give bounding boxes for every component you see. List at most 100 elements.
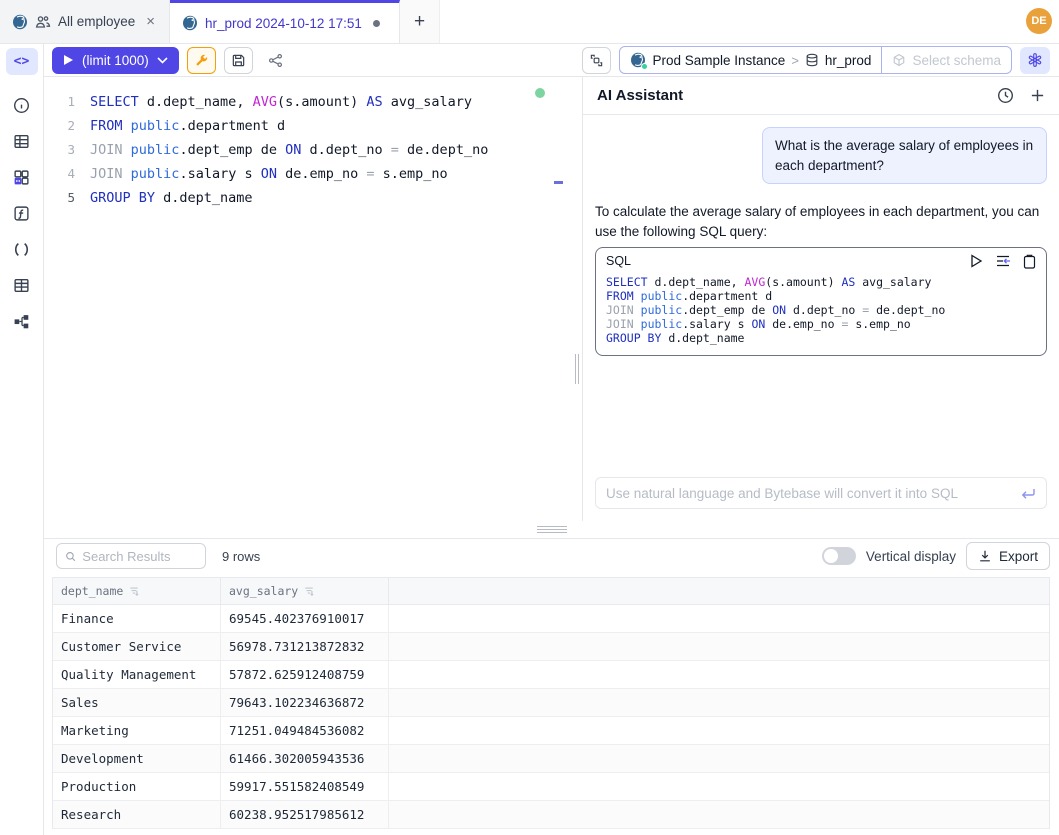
table-cell[interactable]: Finance — [53, 605, 221, 632]
table-cell[interactable]: 60238.952517985612 — [221, 801, 389, 828]
export-button[interactable]: Export — [966, 542, 1050, 570]
line-number: 4 — [44, 162, 90, 186]
editor-line[interactable]: 4JOIN public.salary s ON de.emp_no = s.e… — [44, 162, 572, 186]
table-row[interactable]: Finance69545.402376910017 — [53, 605, 1049, 633]
run-label: (limit 1000) — [82, 53, 149, 68]
column-header-avg-salary[interactable]: avg_salary — [221, 578, 389, 604]
horizontal-splitter[interactable] — [44, 521, 1059, 538]
schema-diagram-icon[interactable] — [13, 313, 30, 330]
openai-assistant-button[interactable] — [1020, 47, 1050, 74]
table-row[interactable]: Quality Management57872.625912408759 — [53, 661, 1049, 689]
sql-editor-button[interactable]: <> — [6, 48, 38, 75]
database-name: hr_prod — [825, 53, 872, 68]
new-chat-plus-icon[interactable] — [1030, 88, 1045, 103]
save-button[interactable] — [224, 47, 253, 74]
vertical-splitter[interactable] — [572, 77, 582, 521]
status-dot-icon — [641, 63, 648, 70]
search-results-input[interactable] — [82, 549, 197, 564]
line-number: 1 — [44, 90, 90, 114]
chevron-down-icon — [157, 57, 168, 64]
table-icon-2[interactable] — [13, 277, 30, 294]
table-cell[interactable]: Development — [53, 745, 221, 772]
editor-line[interactable]: 3JOIN public.dept_emp de ON d.dept_no = … — [44, 138, 572, 162]
openai-icon — [1027, 52, 1043, 68]
table-row[interactable]: Development61466.302005943536 — [53, 745, 1049, 773]
connection-health-dot-icon — [535, 88, 545, 98]
new-tab-button[interactable]: + — [400, 0, 440, 43]
assistant-answer-text: To calculate the average salary of emplo… — [595, 202, 1047, 243]
line-number: 5 — [44, 186, 90, 210]
splitter-handle-icon — [575, 354, 579, 384]
column-header-dept-name[interactable]: dept_name — [53, 578, 221, 604]
parentheses-icon[interactable] — [13, 241, 30, 258]
select-schema-segment[interactable]: Select schema — [881, 47, 1011, 73]
column-header-filler — [389, 578, 1049, 604]
sort-filter-icon[interactable] — [129, 586, 139, 596]
copy-icon[interactable] — [1023, 254, 1036, 269]
close-icon[interactable]: × — [144, 13, 157, 30]
table-cell-filler — [389, 717, 1049, 744]
vertical-display-toggle[interactable] — [822, 547, 856, 565]
run-sql-play-icon[interactable] — [970, 254, 983, 268]
table-cell[interactable]: Sales — [53, 689, 221, 716]
share-button[interactable] — [261, 47, 290, 74]
results-table-header: dept_name avg_salary — [53, 578, 1049, 605]
table-row[interactable]: Research60238.952517985612 — [53, 801, 1049, 829]
tab-hr-prod[interactable]: hr_prod 2024-10-12 17:51 — [170, 0, 400, 43]
insert-into-editor-icon[interactable] — [995, 254, 1011, 268]
table-cell[interactable]: Quality Management — [53, 661, 221, 688]
table-row[interactable]: Customer Service56978.731213872832 — [53, 633, 1049, 661]
table-cell[interactable]: 61466.302005943536 — [221, 745, 389, 772]
function-icon[interactable] — [13, 205, 30, 222]
table-cell[interactable]: 57872.625912408759 — [221, 661, 389, 688]
table-cell[interactable]: 59917.551582408549 — [221, 773, 389, 800]
sheets-icon[interactable] — [13, 169, 30, 186]
ai-prompt-input[interactable] — [606, 486, 1013, 501]
connection-selector[interactable]: Prod Sample Instance > hr_prod Select sc… — [619, 46, 1012, 74]
connection-database-segment[interactable]: Prod Sample Instance > hr_prod — [620, 47, 881, 73]
save-icon — [231, 53, 246, 68]
ai-assistant-header: AI Assistant — [583, 77, 1059, 115]
table-row[interactable]: Sales79643.102234636872 — [53, 689, 1049, 717]
table-icon[interactable] — [13, 133, 30, 150]
table-cell[interactable]: Customer Service — [53, 633, 221, 660]
user-avatar[interactable]: DE — [1026, 8, 1052, 34]
enter-return-icon[interactable] — [1021, 487, 1036, 500]
table-cell-filler — [389, 801, 1049, 828]
editor-line[interactable]: 1SELECT d.dept_name, AVG(s.amount) AS av… — [44, 90, 572, 114]
scrollbar-marker — [554, 181, 563, 184]
cube-icon — [892, 53, 906, 67]
users-icon — [35, 14, 51, 30]
table-row[interactable]: Marketing71251.049484536082 — [53, 717, 1049, 745]
editor-line[interactable]: 2FROM public.department d — [44, 114, 572, 138]
search-results-box[interactable] — [56, 543, 206, 569]
tab-all-employee[interactable]: All employee × — [0, 0, 170, 43]
results-panel: 9 rows Vertical display Export dept_name… — [44, 538, 1059, 835]
table-cell[interactable]: 69545.402376910017 — [221, 605, 389, 632]
assistant-sql-code: SELECT d.dept_name, AVG(s.amount) AS avg… — [596, 271, 1046, 355]
table-cell[interactable]: Marketing — [53, 717, 221, 744]
table-cell[interactable]: Production — [53, 773, 221, 800]
share-icon — [268, 53, 283, 68]
format-wrench-button[interactable] — [187, 47, 216, 74]
editor-line[interactable]: 5GROUP BY d.dept_name — [44, 186, 572, 210]
sql-editor[interactable]: 1SELECT d.dept_name, AVG(s.amount) AS av… — [44, 77, 572, 521]
sort-filter-icon[interactable] — [304, 586, 314, 596]
table-cell[interactable]: 71251.049484536082 — [221, 717, 389, 744]
ai-chat-area: What is the average salary of employees … — [583, 115, 1059, 465]
postgres-icon — [12, 14, 28, 30]
run-query-button[interactable]: (limit 1000) — [52, 47, 179, 74]
tab-label: All employee — [58, 14, 135, 29]
table-cell[interactable]: Research — [53, 801, 221, 828]
schema-compare-button[interactable] — [582, 47, 611, 74]
results-table-body: Finance69545.402376910017Customer Servic… — [53, 605, 1049, 829]
editor-code-area[interactable]: 1SELECT d.dept_name, AVG(s.amount) AS av… — [44, 77, 572, 210]
table-cell-filler — [389, 605, 1049, 632]
download-icon — [978, 549, 992, 563]
table-row[interactable]: Production59917.551582408549 — [53, 773, 1049, 801]
table-cell[interactable]: 79643.102234636872 — [221, 689, 389, 716]
select-schema-placeholder: Select schema — [912, 53, 1001, 68]
info-icon[interactable] — [13, 97, 30, 114]
table-cell[interactable]: 56978.731213872832 — [221, 633, 389, 660]
history-clock-icon[interactable] — [997, 87, 1014, 104]
